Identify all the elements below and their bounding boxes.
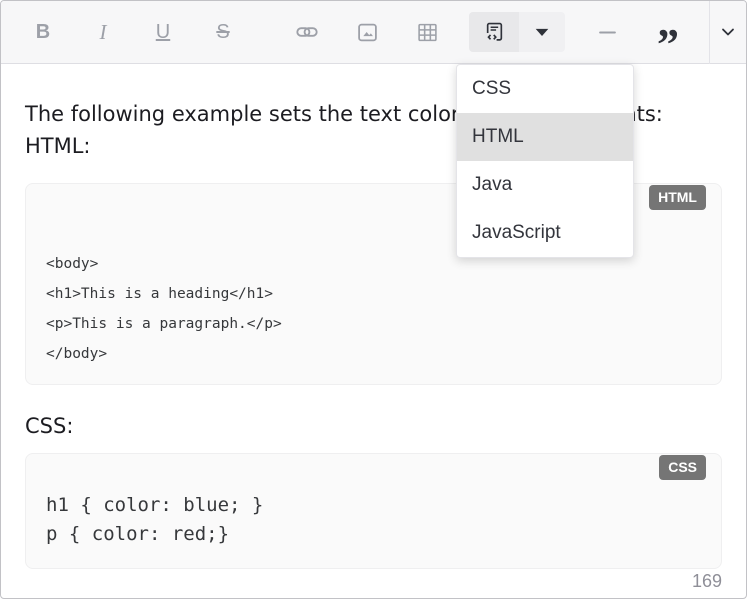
bold-icon: B — [36, 21, 50, 44]
table-button[interactable] — [409, 14, 445, 50]
underline-button[interactable]: U — [145, 14, 181, 50]
word-count: 169 — [692, 570, 722, 592]
image-icon — [357, 22, 378, 43]
css-code[interactable]: h1 { color: blue; } p { color: red;} — [25, 453, 722, 569]
table-icon — [417, 22, 438, 43]
chevron-down-icon — [718, 22, 738, 42]
dropdown-item-html[interactable]: HTML — [457, 113, 633, 161]
link-button[interactable] — [289, 14, 325, 50]
toolbar-more-button[interactable] — [710, 14, 746, 50]
dropdown-item-css[interactable]: CSS — [457, 65, 633, 113]
code-block-split-button — [469, 12, 565, 52]
language-badge-html: HTML — [649, 185, 706, 210]
block-quote-icon: ” — [657, 40, 677, 50]
underline-icon: U — [156, 21, 170, 44]
language-badge-css: CSS — [659, 455, 706, 480]
strikethrough-icon: S — [216, 21, 229, 44]
image-button[interactable] — [349, 14, 385, 50]
dropdown-arrow-icon — [533, 23, 551, 41]
horizontal-line-button[interactable] — [589, 14, 625, 50]
toolbar-overflow-section — [709, 1, 746, 64]
dropdown-item-java[interactable]: Java — [457, 161, 633, 209]
strikethrough-button[interactable]: S — [205, 14, 241, 50]
editor-toolbar: B I U S — [1, 1, 746, 64]
code-language-dropdown: CSS HTML Java JavaScript — [456, 64, 634, 258]
italic-icon: I — [100, 20, 107, 45]
code-block-dropdown-button[interactable] — [519, 12, 565, 52]
rich-text-editor: B I U S — [0, 0, 747, 599]
code-block-icon — [484, 22, 505, 43]
dropdown-item-javascript[interactable]: JavaScript — [457, 209, 633, 257]
link-icon — [296, 21, 318, 43]
bold-button[interactable]: B — [25, 14, 61, 50]
horizontal-line-icon — [597, 22, 618, 43]
editor-content[interactable]: The following example sets the text colo… — [1, 98, 746, 569]
css-code-block: CSS h1 { color: blue; } p { color: red;} — [25, 453, 722, 569]
block-quote-button[interactable]: ” — [649, 14, 685, 50]
css-label-paragraph[interactable]: CSS: — [25, 410, 722, 442]
italic-button[interactable]: I — [85, 14, 121, 50]
code-block-button[interactable] — [469, 12, 519, 52]
